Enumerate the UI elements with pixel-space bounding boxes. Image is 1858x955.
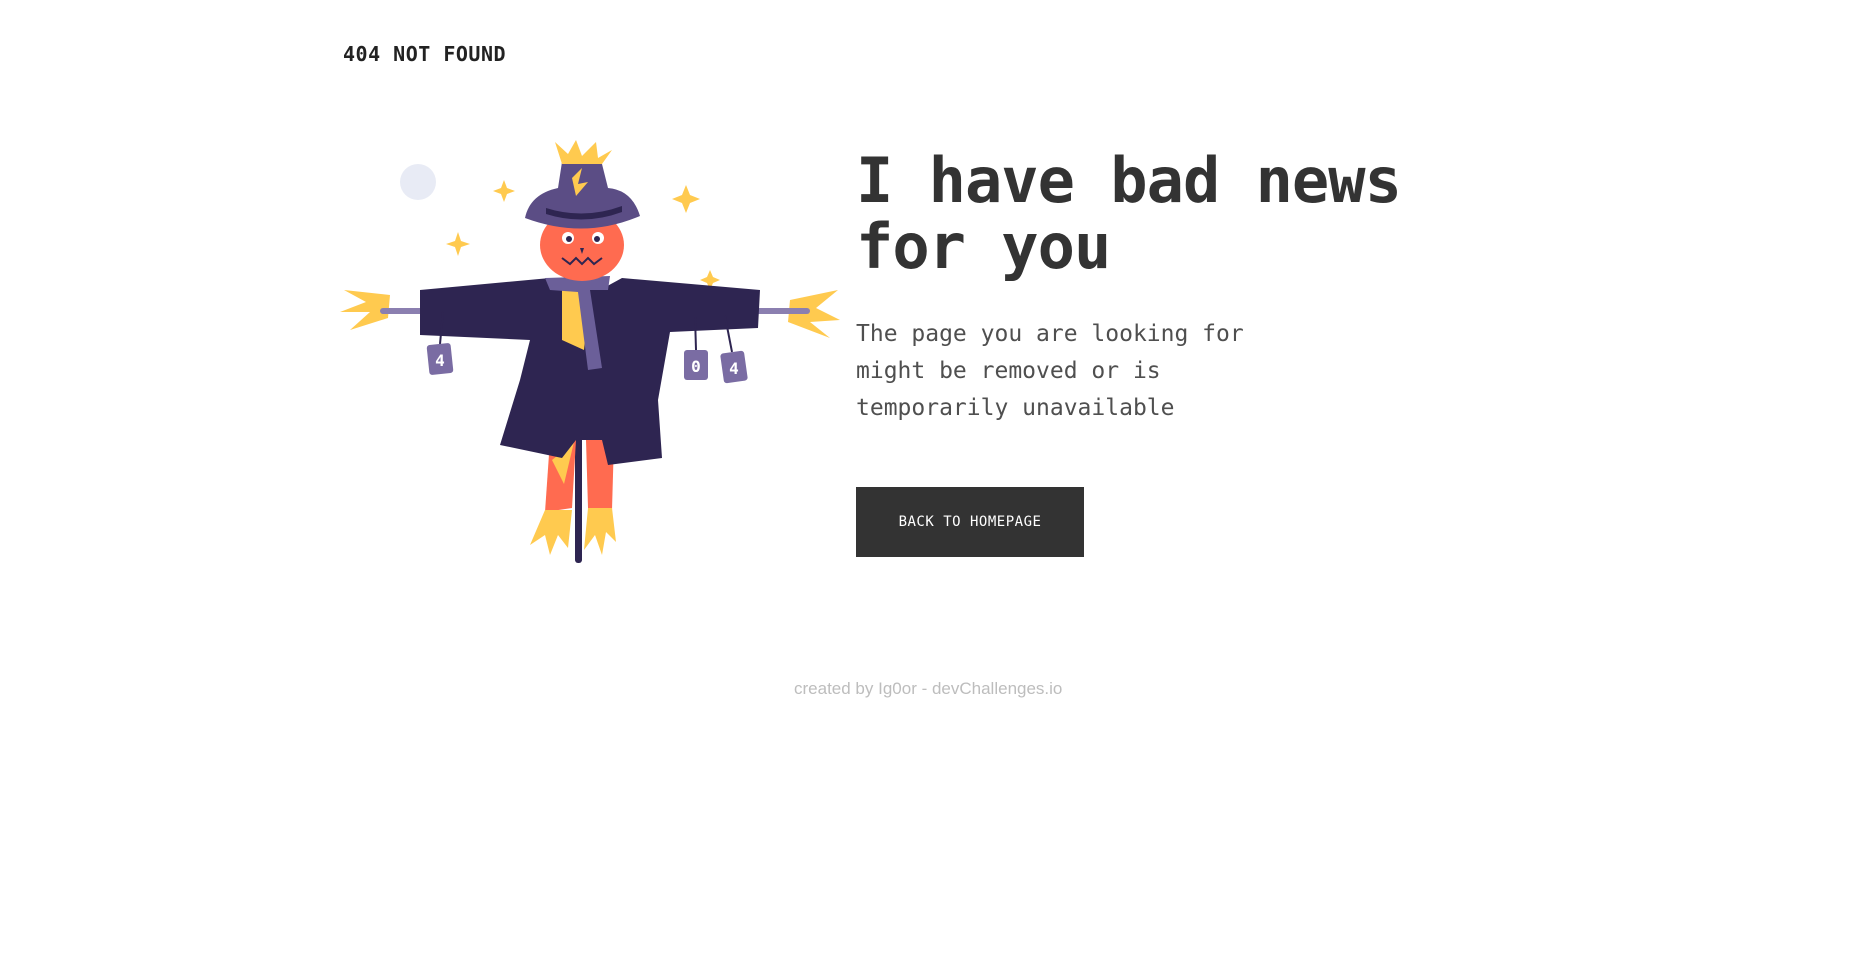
error-message: The page you are looking for might be re… [856,321,1244,421]
message-section: I have bad news for you The page you are… [856,148,1496,427]
can-label: 4 [729,359,739,378]
footer-credit[interactable]: created by Ig0or - devChallenges.io [794,679,1062,699]
headline: I have bad news for you [856,144,1402,283]
site-title: 404 NOT FOUND [343,42,507,66]
back-to-homepage-button[interactable]: BACK TO HOMEPAGE [856,487,1084,557]
scarecrow-illustration: 4 0 4 [340,140,840,563]
moon-icon [400,164,436,200]
can-label: 4 [435,351,445,370]
can-label: 0 [691,357,701,376]
